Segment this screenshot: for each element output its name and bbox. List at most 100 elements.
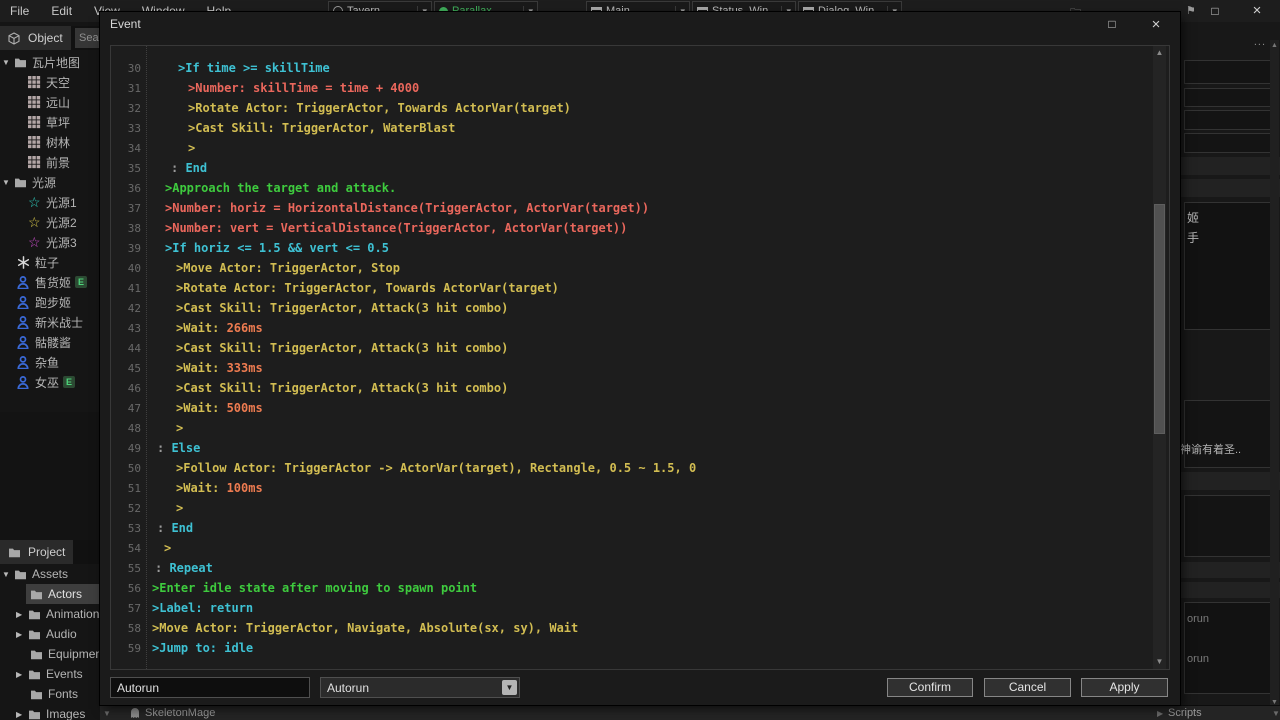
- tab-object[interactable]: Object: [0, 26, 71, 50]
- flag-tool-icon[interactable]: ⚑: [1186, 4, 1196, 17]
- event-name-input[interactable]: [110, 677, 310, 698]
- collapse-icon[interactable]: ▼: [2, 58, 14, 67]
- code-line-42[interactable]: 42>Cast Skill: TriggerActor, Attack(3 hi…: [111, 298, 1151, 318]
- code-line-36[interactable]: 36>Approach the target and attack.: [111, 178, 1151, 198]
- collapse-icon[interactable]: ▼: [2, 570, 14, 579]
- scroll-up-icon[interactable]: ▲: [1270, 42, 1279, 49]
- tree-item-天空[interactable]: 天空: [0, 72, 100, 92]
- trigger-select[interactable]: Autorun ▼: [320, 677, 520, 698]
- code-line-35[interactable]: 35: End: [111, 158, 1151, 178]
- dialog-close-button[interactable]: ×: [1147, 16, 1165, 34]
- tree-item-草坪[interactable]: 草坪: [0, 112, 100, 132]
- code-line-31[interactable]: 31>Number: skillTime = time + 4000: [111, 78, 1151, 98]
- property-field[interactable]: [1184, 110, 1272, 130]
- code-line-39[interactable]: 39>If horiz <= 1.5 && vert <= 0.5: [111, 238, 1151, 258]
- tab-project[interactable]: Project: [0, 540, 73, 564]
- tree-item-树林[interactable]: 树林: [0, 132, 100, 152]
- code-line-57[interactable]: 57>Label: return: [111, 598, 1151, 618]
- confirm-button[interactable]: Confirm: [887, 678, 973, 697]
- autorun-list-box[interactable]: orun orun: [1184, 602, 1272, 694]
- expand-icon[interactable]: ▶: [16, 710, 28, 719]
- code-line-46[interactable]: 46>Cast Skill: TriggerActor, Attack(3 hi…: [111, 378, 1151, 398]
- code-line-33[interactable]: 33>Cast Skill: TriggerActor, WaterBlast: [111, 118, 1151, 138]
- close-button[interactable]: ×: [1248, 2, 1266, 20]
- tree-item-光源1[interactable]: ☆光源1: [0, 192, 100, 212]
- tree-item-售货姬[interactable]: 售货姬E: [0, 272, 100, 292]
- code-line-41[interactable]: 41>Rotate Actor: TriggerActor, Towards A…: [111, 278, 1151, 298]
- code-line-32[interactable]: 32>Rotate Actor: TriggerActor, Towards A…: [111, 98, 1151, 118]
- code-line-55[interactable]: 55: Repeat: [111, 558, 1151, 578]
- property-field[interactable]: [1184, 133, 1272, 153]
- description-box[interactable]: 神谕有着圣..: [1184, 400, 1272, 468]
- dialog-maximize-button[interactable]: □: [1103, 16, 1121, 34]
- collapse-icon[interactable]: ▼: [2, 178, 14, 187]
- tree-item-Audio[interactable]: ▶Audio: [0, 624, 100, 644]
- code-line-43[interactable]: 43>Wait: 266ms: [111, 318, 1151, 338]
- tree-item-前景[interactable]: 前景: [0, 152, 100, 172]
- code-line-34[interactable]: 34>: [111, 138, 1151, 158]
- tree-item-光源2[interactable]: ☆光源2: [0, 212, 100, 232]
- code-line-30[interactable]: 30>If time >= skillTime: [111, 58, 1151, 78]
- line-number: 59: [111, 642, 141, 655]
- code-line-45[interactable]: 45>Wait: 333ms: [111, 358, 1151, 378]
- editor-scrollbar[interactable]: ▲ ▼: [1153, 46, 1166, 669]
- tree-item-瓦片地图[interactable]: ▼瓦片地图: [0, 52, 100, 72]
- scroll-down-icon[interactable]: ▼: [103, 709, 111, 718]
- scroll-down-icon[interactable]: ▼: [1272, 709, 1280, 718]
- expand-icon[interactable]: ▶: [16, 610, 28, 619]
- tree-item-光源[interactable]: ▼光源: [0, 172, 100, 192]
- code-line-58[interactable]: 58>Move Actor: TriggerActor, Navigate, A…: [111, 618, 1151, 638]
- tree-item-新米战士[interactable]: 新米战士: [0, 312, 100, 332]
- tree-item-Assets[interactable]: ▼Assets: [0, 564, 100, 584]
- expand-icon[interactable]: ▶: [16, 630, 28, 639]
- maximize-button[interactable]: □: [1206, 2, 1224, 20]
- scrollbar-thumb[interactable]: [1154, 204, 1165, 434]
- property-box[interactable]: [1184, 495, 1272, 557]
- code-line-50[interactable]: 50>Follow Actor: TriggerActor -> ActorVa…: [111, 458, 1151, 478]
- code-line-47[interactable]: 47>Wait: 500ms: [111, 398, 1151, 418]
- code-line-40[interactable]: 40>Move Actor: TriggerActor, Stop: [111, 258, 1151, 278]
- scripts-section-label[interactable]: Scripts: [1168, 707, 1202, 719]
- expand-icon[interactable]: ▶: [16, 670, 28, 679]
- tree-item-Fonts[interactable]: Fonts: [0, 684, 100, 704]
- code-line-52[interactable]: 52>: [111, 498, 1151, 518]
- code-line-51[interactable]: 51>Wait: 100ms: [111, 478, 1151, 498]
- code-line-37[interactable]: 37>Number: horiz = HorizontalDistance(Tr…: [111, 198, 1151, 218]
- tree-item-女巫[interactable]: 女巫E: [0, 372, 100, 392]
- selected-object-label[interactable]: SkeletonMage: [145, 707, 215, 719]
- tree-item-粒子[interactable]: 粒子: [0, 252, 100, 272]
- code-line-48[interactable]: 48>: [111, 418, 1151, 438]
- tree-item-Actors[interactable]: Actors: [26, 584, 100, 604]
- tree-item-骷髅酱[interactable]: 骷髅酱: [0, 332, 100, 352]
- code-line-44[interactable]: 44>Cast Skill: TriggerActor, Attack(3 hi…: [111, 338, 1151, 358]
- code-line-49[interactable]: 49: Else: [111, 438, 1151, 458]
- tree-item-Events[interactable]: ▶Events: [0, 664, 100, 684]
- property-field[interactable]: [1184, 88, 1272, 107]
- code-line-56[interactable]: 56>Enter idle state after moving to spaw…: [111, 578, 1151, 598]
- right-panel-scrollbar[interactable]: ▲ ▼: [1270, 40, 1279, 705]
- scroll-down-icon[interactable]: ▼: [1153, 656, 1166, 668]
- cancel-button[interactable]: Cancel: [984, 678, 1071, 697]
- search-input[interactable]: Sea: [75, 28, 100, 48]
- dialog-titlebar[interactable]: Event □ ×: [100, 12, 1180, 38]
- event-script-editor[interactable]: 30>If time >= skillTime31>Number: skillT…: [110, 45, 1170, 670]
- code-line-54[interactable]: 54>: [111, 538, 1151, 558]
- apply-button[interactable]: Apply: [1081, 678, 1168, 697]
- name-list-box[interactable]: 姬 手: [1184, 202, 1272, 330]
- code-line-59[interactable]: 59>Jump to: idle: [111, 638, 1151, 658]
- menu-edit[interactable]: Edit: [51, 4, 72, 18]
- tree-item-跑步姬[interactable]: 跑步姬: [0, 292, 100, 312]
- tree-item-远山[interactable]: 远山: [0, 92, 100, 112]
- tree-item-杂鱼[interactable]: 杂鱼: [0, 352, 100, 372]
- code-line-53[interactable]: 53: End: [111, 518, 1151, 538]
- tree-item-Animation[interactable]: ▶Animation: [0, 604, 100, 624]
- more-button[interactable]: ...: [1254, 36, 1266, 48]
- tree-item-光源3[interactable]: ☆光源3: [0, 232, 100, 252]
- menu-file[interactable]: File: [10, 4, 29, 18]
- code-line-38[interactable]: 38>Number: vert = VerticalDistance(Trigg…: [111, 218, 1151, 238]
- tree-item-Equipment[interactable]: Equipment: [0, 644, 100, 664]
- scroll-up-icon[interactable]: ▲: [1153, 47, 1166, 59]
- expand-icon[interactable]: ▶: [1157, 709, 1163, 718]
- property-field[interactable]: [1184, 60, 1272, 84]
- tree-item-Images[interactable]: ▶Images: [0, 704, 100, 720]
